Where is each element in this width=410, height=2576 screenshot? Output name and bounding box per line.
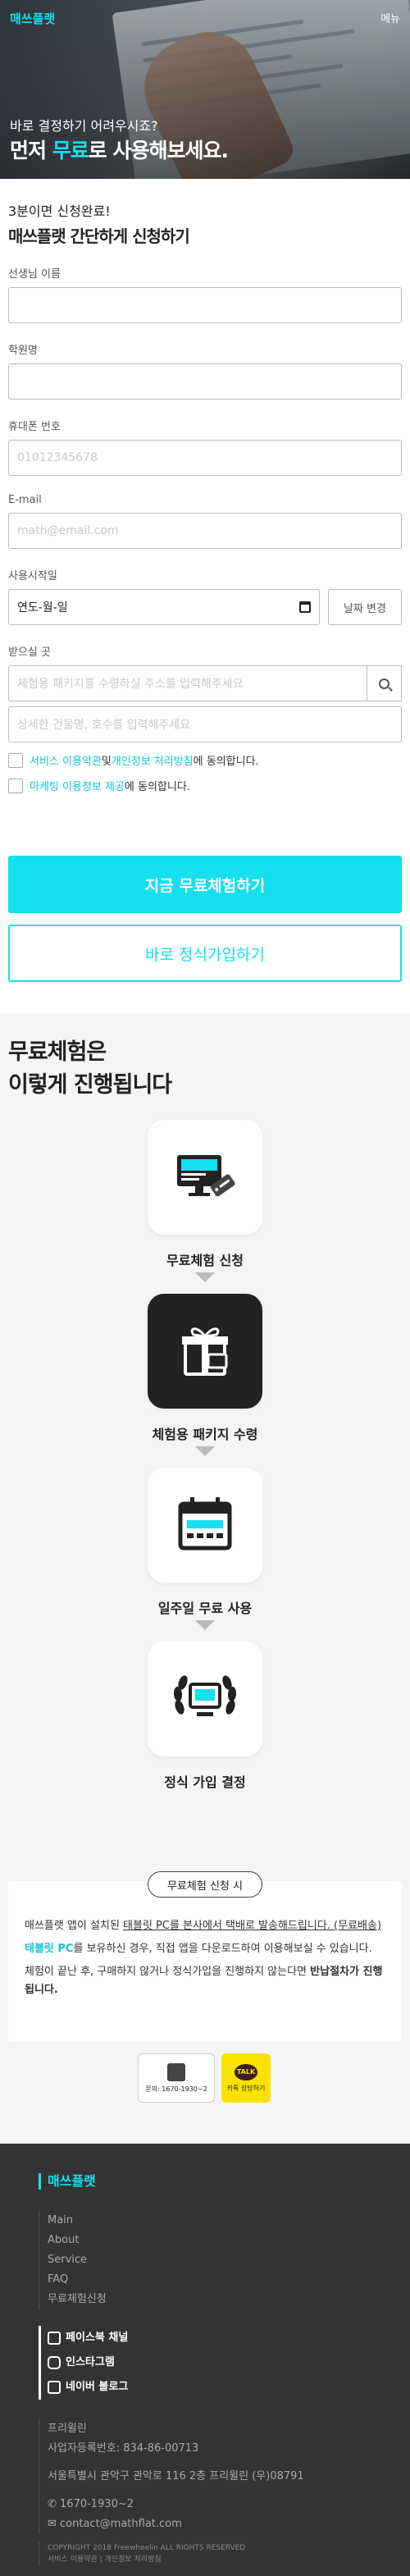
- instagram-link[interactable]: 인스타그램: [48, 2350, 362, 2375]
- footer-link-trial[interactable]: 무료체험신청: [48, 2290, 362, 2309]
- process-section: 무료체험은 이렇게 진행됩니다 무료체험 신청 체험용 패키지 수령 일주일 무료…: [0, 1013, 410, 2144]
- phone-label: 휴대폰 번호: [8, 421, 61, 433]
- step-label: 무료체험 신청: [166, 1253, 244, 1268]
- mail-icon: ✉: [48, 2518, 61, 2530]
- footer-link-service[interactable]: Service: [48, 2250, 362, 2270]
- terms-checkbox[interactable]: [8, 752, 23, 768]
- computer-tag-icon: [148, 1120, 262, 1235]
- notice-line-1: 매쓰플랫 앱이 설치된 태블릿 PC를 본사에서 택배로 발송해드립니다. (무…: [25, 1920, 382, 1932]
- free-trial-button[interactable]: 지금 무료체험하기: [8, 856, 402, 913]
- hero-title: 먼저 무료로 사용해보세요.: [10, 139, 229, 162]
- address-search-button[interactable]: [367, 665, 402, 701]
- trial-notice: 무료체험 신청 시 매쓰플랫 앱이 설치된 태블릿 PC를 본사에서 택배로 발…: [8, 1871, 402, 2042]
- blog-icon: [48, 2381, 61, 2394]
- terms-link[interactable]: 서비스 이용약관: [30, 752, 102, 768]
- company-address: 서울특별시 관악구 관악로 116 2층 프리윌린 (우)08791: [48, 2470, 304, 2482]
- step-decide: 정식 가입 결정: [148, 1642, 262, 1791]
- tablet-laurel-icon: [148, 1642, 262, 1756]
- down-arrow-icon: [195, 1446, 215, 1456]
- kakao-talk-icon: TALK: [235, 2063, 257, 2080]
- notice-line-2: 태블릿 PC를 보유하신 경우, 직접 앱을 다운로드하여 이용해보실 수 있습…: [25, 1943, 372, 1955]
- facebook-link[interactable]: 페이스북 채널: [48, 2326, 362, 2350]
- calendar-icon[interactable]: [299, 601, 311, 613]
- email-input[interactable]: math@email.com: [8, 513, 402, 549]
- footer-link-about[interactable]: About: [48, 2231, 362, 2250]
- email-label: E-mail: [8, 494, 42, 506]
- phone-input[interactable]: 01012345678: [8, 440, 402, 476]
- gift-box-icon: [148, 1294, 262, 1409]
- copyright: COPYRIGHT 2018 Freewheelin ALL RIGHTS RE…: [39, 2542, 362, 2565]
- notice-pill: 무료체험 신청 시: [148, 1871, 262, 1898]
- footer-phone: ✆ 1670-1930~2: [48, 2498, 134, 2510]
- step-label: 일주일 무료 사용: [157, 1601, 253, 1616]
- marketing-agree-row: 마케팅 이용정보 제공 에 동의합니다.: [8, 778, 402, 793]
- down-arrow-icon: [195, 1272, 215, 1282]
- marketing-link[interactable]: 마케팅 이용정보 제공: [30, 778, 125, 793]
- social-links: 페이스북 채널 인스타그램 네이버 블로그: [39, 2326, 362, 2400]
- terms-agree-row: 서비스 이용약관 및 개인정보 처리방침 에 동의합니다.: [8, 752, 402, 768]
- signup-form: 3분이면 신청완료! 매쓰플랫 간단하게 신청하기 선생님 이름 학원명 휴대폰…: [0, 179, 410, 793]
- step-apply: 무료체험 신청: [148, 1120, 262, 1269]
- company-name: 프리윌린: [48, 2423, 87, 2435]
- naver-blog-link[interactable]: 네이버 블로그: [48, 2375, 362, 2400]
- step-use: 일주일 무료 사용: [148, 1468, 262, 1617]
- footer-link-main[interactable]: Main: [48, 2211, 362, 2231]
- call-button[interactable]: 문의: 1670-1930~2: [138, 2053, 215, 2103]
- form-subtitle: 3분이면 신청완료!: [8, 203, 111, 219]
- site-logo[interactable]: 매쓰플랫: [10, 10, 55, 27]
- start-date-input[interactable]: 연도-월-일: [8, 589, 320, 625]
- address-input[interactable]: 체험용 패키지를 수령하실 주소를 입력해주세요: [8, 665, 367, 701]
- search-icon: [379, 678, 390, 689]
- business-number: 사업자등록번호: 834-86-00713: [48, 2442, 199, 2455]
- process-title: 무료체험은 이렇게 진행됩니다: [8, 1039, 172, 1098]
- company-info: 프리윌린 사업자등록번호: 834-86-00713 서울특별시 관악구 관악로…: [39, 2419, 362, 2534]
- start-date-label: 사용시작일: [8, 570, 57, 582]
- hero-banner: 매쓰플랫 메뉴 바로 결정하기 어려우시죠? 먼저 무료로 사용해보세요.: [0, 0, 410, 179]
- footer-email[interactable]: ✉ contact@mathflat.com: [48, 2514, 362, 2534]
- form-title: 매쓰플랫 간단하게 신청하기: [8, 226, 190, 246]
- phone-icon: [167, 2062, 185, 2081]
- teacher-name-input[interactable]: [8, 287, 402, 323]
- privacy-link[interactable]: 개인정보 처리방침: [112, 752, 194, 768]
- step-label: 정식 가입 결정: [164, 1774, 246, 1790]
- address-label: 받으실 곳: [8, 646, 51, 659]
- footer-menu: Main About Service FAQ 무료체험신청: [39, 2211, 362, 2309]
- date-change-button[interactable]: 날짜 변경: [328, 589, 402, 625]
- step-label: 체험용 패키지 수령: [152, 1427, 258, 1442]
- notice-line-3: 체험이 끝난 후, 구매하지 않거나 정식가입을 진행하지 않는다면 반납절차가…: [25, 1966, 383, 1996]
- instagram-icon: [48, 2356, 61, 2369]
- marketing-checkbox[interactable]: [8, 778, 23, 793]
- footer-logo[interactable]: 매쓰플랫: [39, 2173, 362, 2190]
- footer: 매쓰플랫 Main About Service FAQ 무료체험신청 페이스북 …: [0, 2144, 410, 2576]
- calendar-icon: [148, 1468, 262, 1583]
- direct-signup-button[interactable]: 바로 정식가입하기: [8, 925, 402, 982]
- footer-link-faq[interactable]: FAQ: [48, 2270, 362, 2290]
- phone-icon: ✆: [48, 2498, 61, 2510]
- kakao-chat-button[interactable]: TALK 카톡 상담하기: [221, 2053, 271, 2103]
- teacher-name-label: 선생님 이름: [8, 268, 61, 281]
- footer-terms-links[interactable]: 서비스 이용약관 | 개인정보 처리방침: [48, 2554, 362, 2565]
- address-detail-input[interactable]: 상세한 건물명, 호수를 입력해주세요: [8, 706, 402, 742]
- academy-name-input[interactable]: [8, 363, 402, 400]
- step-receive: 체험용 패키지 수령: [148, 1294, 262, 1443]
- facebook-icon: [48, 2332, 61, 2345]
- hero-subtitle: 바로 결정하기 어려우시죠?: [10, 118, 158, 134]
- down-arrow-icon: [195, 1620, 215, 1630]
- academy-name-label: 학원명: [8, 345, 38, 357]
- menu-button[interactable]: 메뉴: [380, 10, 400, 25]
